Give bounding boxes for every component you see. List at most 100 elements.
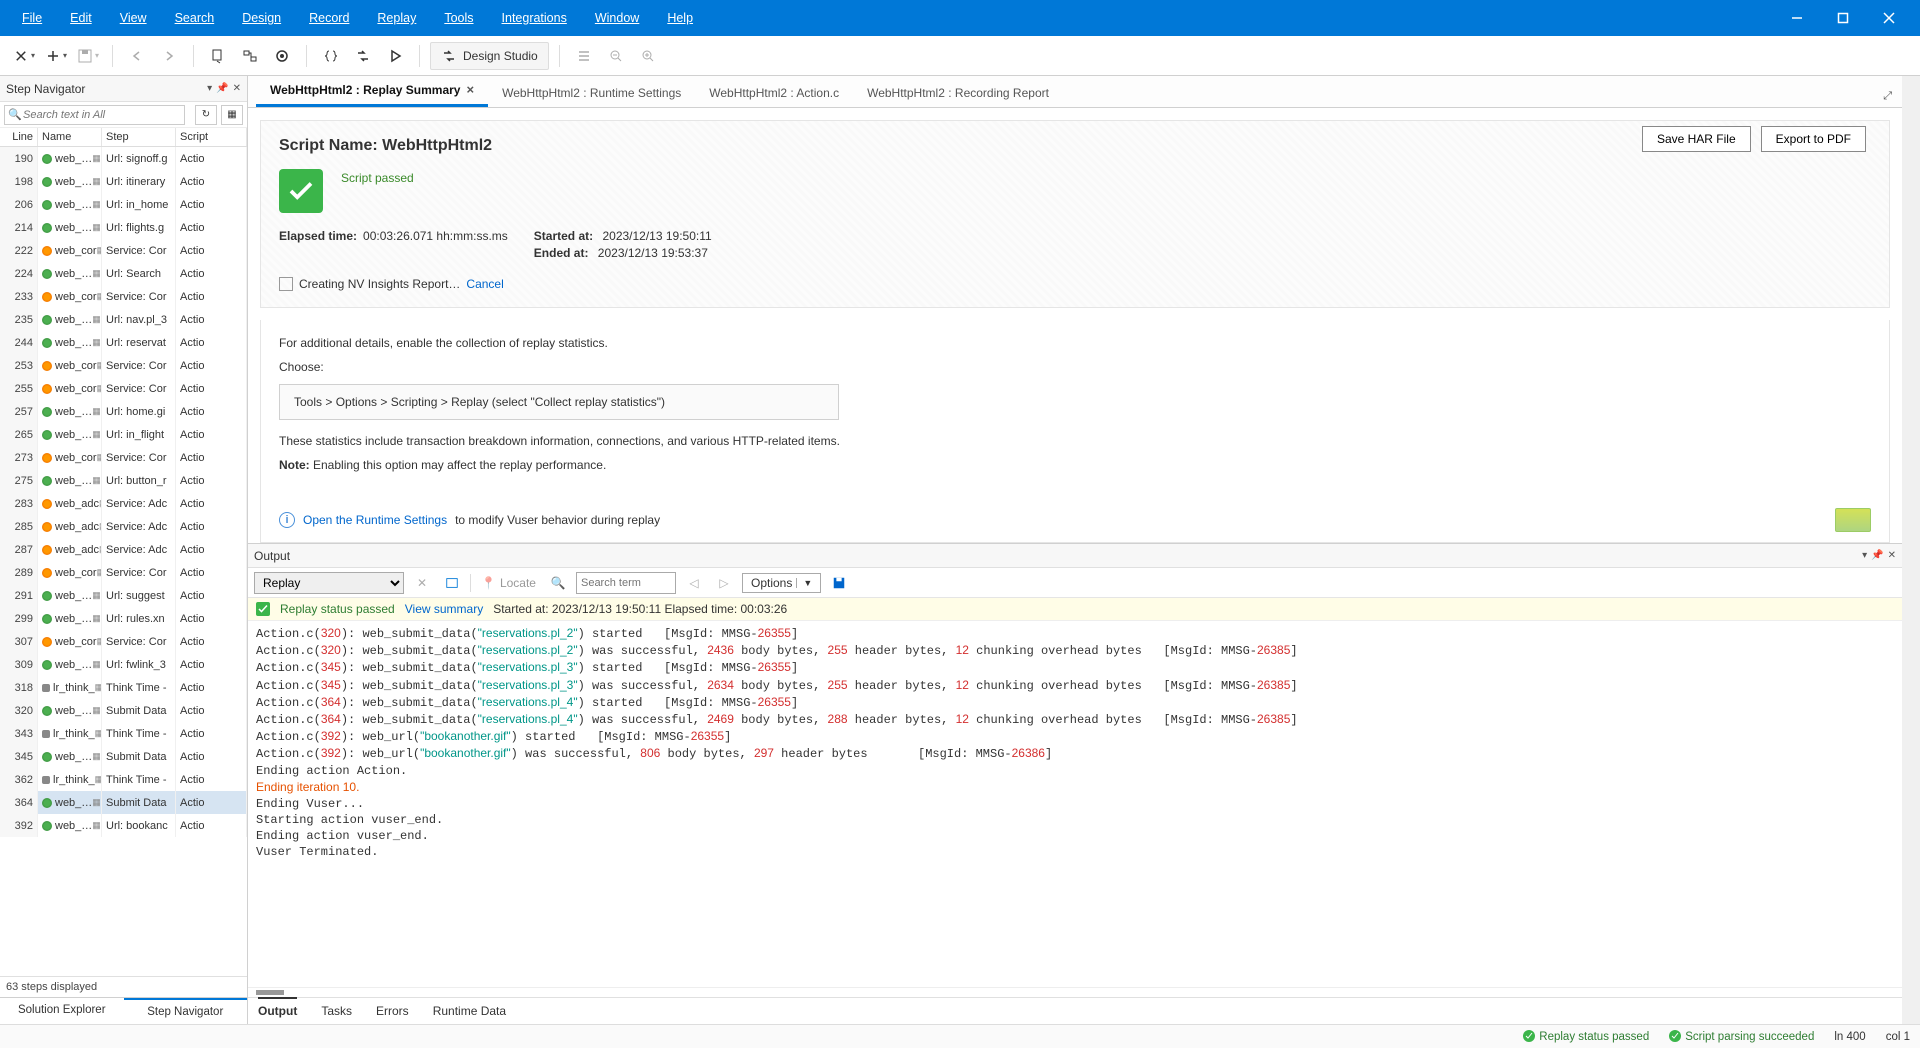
record-button[interactable]: [268, 42, 296, 70]
table-row[interactable]: 287web_adc▦Service: AdcActio: [0, 538, 247, 561]
add-button[interactable]: ▾: [42, 42, 70, 70]
save-log-button[interactable]: [827, 572, 851, 594]
table-row[interactable]: 289web_cor▦Service: CorActio: [0, 561, 247, 584]
view-summary-link[interactable]: View summary: [405, 602, 483, 616]
table-row[interactable]: 299web_…▦Url: rules.xnActio: [0, 607, 247, 630]
expand-tabs-icon[interactable]: ⤢: [1873, 86, 1902, 107]
options-button[interactable]: Options▼: [742, 573, 821, 593]
table-row[interactable]: 362lr_think_▦Think Time -Actio: [0, 768, 247, 791]
table-row[interactable]: 190web_…▦Url: signoff.gActio: [0, 147, 247, 170]
nv-checkbox[interactable]: [279, 277, 293, 291]
save-button[interactable]: ▾: [74, 42, 102, 70]
locate-button[interactable]: 📍Locate: [477, 572, 540, 594]
table-row[interactable]: 206web_…▦Url: in_homeActio: [0, 193, 247, 216]
menu-edit[interactable]: Edit: [56, 11, 106, 25]
zoom-out-button[interactable]: [602, 42, 630, 70]
table-row[interactable]: 257web_…▦Url: home.giActio: [0, 400, 247, 423]
table-row[interactable]: 233web_cor▦Service: CorActio: [0, 285, 247, 308]
menu-integrations[interactable]: Integrations: [488, 11, 581, 25]
output-log[interactable]: Action.c(320): web_submit_data("reservat…: [248, 621, 1902, 987]
menu-replay[interactable]: Replay: [363, 11, 430, 25]
table-row[interactable]: 364web_…▦Submit DataActio: [0, 791, 247, 814]
table-row[interactable]: 275web_…▦Url: button_rActio: [0, 469, 247, 492]
step-search-input[interactable]: [4, 105, 185, 125]
output-tab-errors[interactable]: Errors: [376, 1004, 409, 1018]
window-close-button[interactable]: [1866, 0, 1912, 36]
table-row[interactable]: 285web_adc▦Service: AdcActio: [0, 515, 247, 538]
output-search-input[interactable]: [576, 572, 676, 594]
table-row[interactable]: 318lr_think_▦Think Time -Actio: [0, 676, 247, 699]
next-button[interactable]: ▷: [712, 572, 736, 594]
table-row[interactable]: 273web_cor▦Service: CorActio: [0, 446, 247, 469]
step-grid[interactable]: 190web_…▦Url: signoff.gActio198web_…▦Url…: [0, 147, 247, 976]
wrap-button[interactable]: [440, 572, 464, 594]
open-runtime-settings-link[interactable]: Open the Runtime Settings: [303, 513, 447, 527]
table-row[interactable]: 244web_…▦Url: reservatActio: [0, 331, 247, 354]
menu-tools[interactable]: Tools: [430, 11, 487, 25]
output-close-icon[interactable]: ✕: [1888, 550, 1896, 561]
menu-window[interactable]: Window: [581, 11, 653, 25]
tab-recording-report[interactable]: WebHttpHtml2 : Recording Report: [853, 79, 1063, 107]
table-row[interactable]: 235web_…▦Url: nav.pl_3Actio: [0, 308, 247, 331]
compare-button[interactable]: [349, 42, 377, 70]
table-row[interactable]: 291web_…▦Url: suggestActio: [0, 584, 247, 607]
folder-icon[interactable]: [1835, 508, 1871, 532]
table-row[interactable]: 307web_cor▦Service: CorActio: [0, 630, 247, 653]
vertical-scrollbar[interactable]: [1902, 76, 1920, 1024]
table-row[interactable]: 343lr_think_▦Think Time -Actio: [0, 722, 247, 745]
window-maximize-button[interactable]: [1820, 0, 1866, 36]
table-row[interactable]: 345web_…▦Submit DataActio: [0, 745, 247, 768]
table-row[interactable]: 309web_…▦Url: fwlink_3Actio: [0, 653, 247, 676]
table-row[interactable]: 253web_cor▦Service: CorActio: [0, 354, 247, 377]
output-filter-select[interactable]: Replay: [254, 572, 404, 594]
output-tab-output[interactable]: Output: [258, 997, 297, 1018]
panel-pin-icon[interactable]: 📌: [216, 83, 228, 94]
braces-button[interactable]: [317, 42, 345, 70]
table-row[interactable]: 255web_cor▦Service: CorActio: [0, 377, 247, 400]
tab-runtime-settings[interactable]: WebHttpHtml2 : Runtime Settings: [488, 79, 695, 107]
window-minimize-button[interactable]: [1774, 0, 1820, 36]
output-tab-runtime[interactable]: Runtime Data: [433, 1004, 506, 1018]
menu-help[interactable]: Help: [653, 11, 707, 25]
clear-button[interactable]: ✕: [410, 572, 434, 594]
output-pin-icon[interactable]: 📌: [1871, 550, 1883, 561]
output-tab-tasks[interactable]: Tasks: [321, 1004, 352, 1018]
list-button[interactable]: [570, 42, 598, 70]
table-row[interactable]: 214web_…▦Url: flights.gActio: [0, 216, 247, 239]
play-button[interactable]: [381, 42, 409, 70]
design-studio-button[interactable]: Design Studio: [430, 42, 549, 70]
panel-close-icon[interactable]: ✕: [233, 83, 241, 94]
import-button[interactable]: [204, 42, 232, 70]
refresh-button[interactable]: ↻: [195, 105, 217, 125]
table-row[interactable]: 224web_…▦Url: SearchActio: [0, 262, 247, 285]
menu-search[interactable]: Search: [161, 11, 229, 25]
redo-button[interactable]: [155, 42, 183, 70]
tab-solution-explorer[interactable]: Solution Explorer: [0, 998, 124, 1024]
zoom-in-button[interactable]: [634, 42, 662, 70]
menu-record[interactable]: Record: [295, 11, 363, 25]
close-icon[interactable]: ×: [466, 82, 474, 97]
save-har-button[interactable]: Save HAR File: [1642, 126, 1751, 152]
table-row[interactable]: 392web_…▦Url: bookancActio: [0, 814, 247, 837]
undo-button[interactable]: [123, 42, 151, 70]
table-row[interactable]: 283web_adc▦Service: AdcActio: [0, 492, 247, 515]
table-row[interactable]: 198web_…▦Url: itineraryActio: [0, 170, 247, 193]
new-button[interactable]: ▾: [10, 42, 38, 70]
menu-design[interactable]: Design: [228, 11, 295, 25]
search-button[interactable]: 🔍: [546, 572, 570, 594]
tab-step-navigator[interactable]: Step Navigator: [124, 998, 248, 1024]
menu-file[interactable]: File: [8, 11, 56, 25]
table-row[interactable]: 222web_cor▦Service: CorActio: [0, 239, 247, 262]
tab-replay-summary[interactable]: WebHttpHtml2 : Replay Summary×: [256, 75, 488, 107]
correlate-button[interactable]: [236, 42, 264, 70]
table-row[interactable]: 265web_…▦Url: in_flightActio: [0, 423, 247, 446]
menu-view[interactable]: View: [106, 11, 161, 25]
prev-button[interactable]: ◁: [682, 572, 706, 594]
panel-dropdown-icon[interactable]: ▾: [207, 83, 212, 94]
cancel-link[interactable]: Cancel: [466, 277, 503, 291]
table-row[interactable]: 320web_…▦Submit DataActio: [0, 699, 247, 722]
tab-action-c[interactable]: WebHttpHtml2 : Action.c: [695, 79, 853, 107]
export-pdf-button[interactable]: Export to PDF: [1761, 126, 1866, 152]
output-dropdown-icon[interactable]: ▾: [1862, 550, 1867, 561]
filter-button[interactable]: ▦: [221, 105, 243, 125]
